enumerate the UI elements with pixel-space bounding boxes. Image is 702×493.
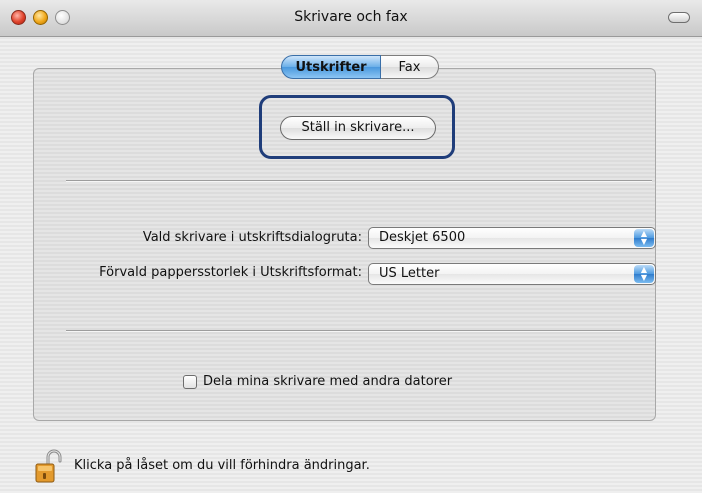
popup-arrows-icon: ▲ ▼ <box>634 265 654 283</box>
default-paper-size-value: US Letter <box>379 266 440 281</box>
default-paper-size-popup[interactable]: US Letter ▲ ▼ <box>368 263 656 285</box>
tab-fax[interactable]: Fax <box>381 55 439 79</box>
toolbar-toggle-button[interactable] <box>668 12 690 23</box>
divider <box>66 180 652 182</box>
lock-hint-text: Klicka på låset om du vill förhindra änd… <box>74 458 370 473</box>
default-paper-size-label: Förvald pappersstorlek i Utskriftsformat… <box>99 265 362 280</box>
share-printers-checkbox[interactable] <box>183 374 197 389</box>
divider <box>66 330 652 332</box>
share-printers-label[interactable]: Dela mina skrivare med andra datorer <box>203 374 452 389</box>
tab-printing[interactable]: Utskrifter <box>281 55 381 79</box>
tab-bar: Utskrifter Fax <box>281 55 439 79</box>
window-title: Skrivare och fax <box>294 9 408 25</box>
preferences-window: Skrivare och fax Utskrifter Fax Ställ in… <box>0 0 702 493</box>
default-printer-value: Deskjet 6500 <box>379 230 466 245</box>
popup-arrows-icon: ▲ ▼ <box>634 229 654 247</box>
setup-printers-button[interactable]: Ställ in skrivare... <box>280 116 436 140</box>
default-printer-popup[interactable]: Deskjet 6500 ▲ ▼ <box>368 227 656 249</box>
share-printers-option[interactable]: Dela mina skrivare med andra datorer <box>183 374 452 389</box>
default-printer-label: Vald skrivare i utskriftsdialogruta: <box>142 230 362 245</box>
title-bar[interactable]: Skrivare och fax <box>0 0 702 37</box>
unlocked-padlock-icon[interactable] <box>34 448 64 484</box>
